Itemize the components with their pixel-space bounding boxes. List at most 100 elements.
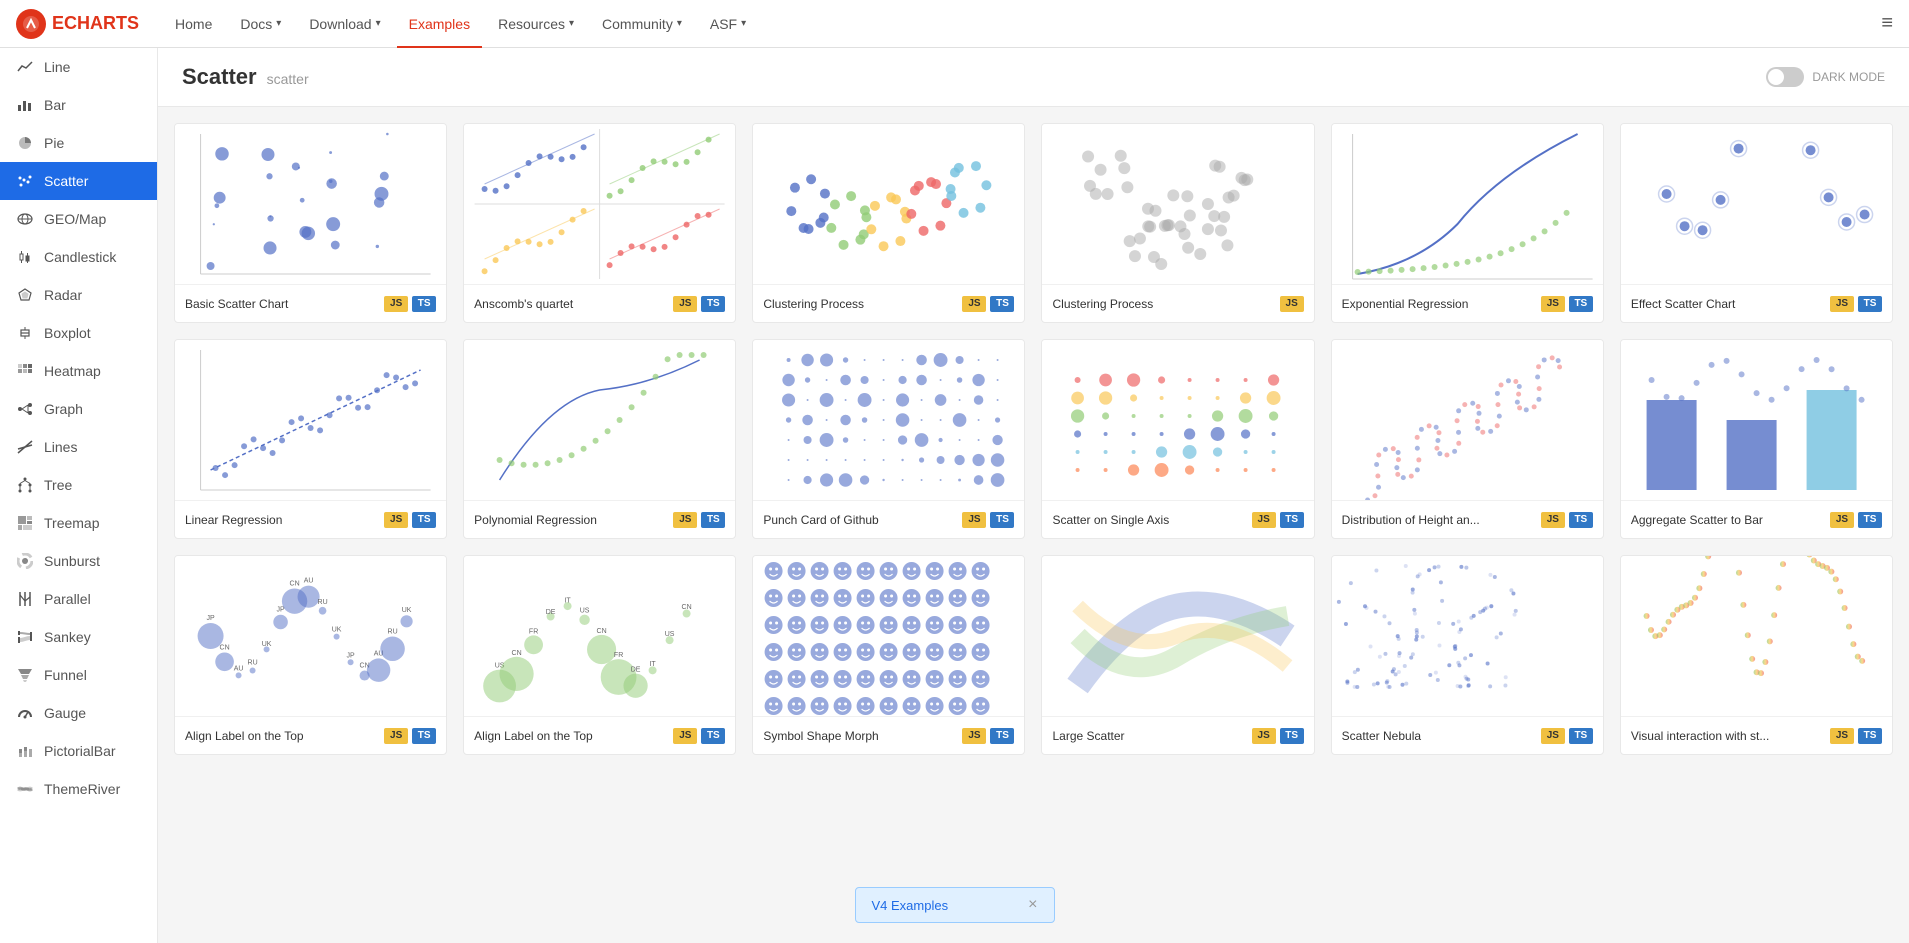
sidebar-item-treemap[interactable]: Treemap bbox=[0, 504, 157, 542]
chart-preview bbox=[464, 124, 735, 284]
sidebar-item-tree[interactable]: Tree bbox=[0, 466, 157, 504]
chevron-down-icon: ▾ bbox=[569, 18, 574, 29]
tree-icon bbox=[16, 476, 34, 494]
nav-community[interactable]: Community▾ bbox=[590, 0, 694, 48]
lines-icon bbox=[16, 438, 34, 456]
sidebar-item-candlestick[interactable]: Candlestick bbox=[0, 238, 157, 276]
chart-preview: US CN FR DE IT US CN FR DE IT bbox=[464, 556, 735, 716]
ts-badge: TS bbox=[990, 296, 1014, 312]
nav-home[interactable]: Home bbox=[163, 0, 224, 48]
sidebar-item-bar[interactable]: Bar bbox=[0, 86, 157, 124]
chart-name: Punch Card of Github bbox=[763, 513, 962, 527]
language-switch[interactable]: ≡ bbox=[1881, 12, 1893, 35]
chart-card[interactable]: Visual interaction with st...JSTS bbox=[1620, 555, 1893, 755]
sidebar-item-geommap[interactable]: GEO/Map bbox=[0, 200, 157, 238]
chart-card[interactable]: Polynomial RegressionJSTS bbox=[463, 339, 736, 539]
nav-examples[interactable]: Examples bbox=[397, 0, 482, 48]
ts-badge: TS bbox=[1858, 728, 1882, 744]
sidebar-item-parallel[interactable]: Parallel bbox=[0, 580, 157, 618]
chart-name: Scatter Nebula bbox=[1342, 729, 1541, 743]
logo-icon bbox=[16, 9, 46, 39]
dark-mode-toggle[interactable]: DARK MODE bbox=[1766, 67, 1885, 103]
radar-icon bbox=[16, 286, 34, 304]
sidebar-item-radar[interactable]: Radar bbox=[0, 276, 157, 314]
sidebar-item-graph[interactable]: Graph bbox=[0, 390, 157, 428]
chart-card[interactable]: Basic Scatter ChartJSTS bbox=[174, 123, 447, 323]
chart-card[interactable]: Anscomb's quartetJSTS bbox=[463, 123, 736, 323]
chart-card[interactable]: Punch Card of GithubJSTS bbox=[752, 339, 1025, 539]
logo[interactable]: ECHARTS bbox=[16, 9, 139, 39]
sidebar-item-themeriver[interactable]: ThemeRiver bbox=[0, 770, 157, 808]
dark-mode-label: DARK MODE bbox=[1812, 70, 1885, 84]
chart-card[interactable]: Distribution of Height an...JSTS bbox=[1331, 339, 1604, 539]
js-badge: JS bbox=[962, 512, 986, 528]
chart-card[interactable]: Scatter NebulaJSTS bbox=[1331, 555, 1604, 755]
chart-card[interactable]: US CN FR DE IT US CN FR DE IT bbox=[463, 555, 736, 755]
sidebar-item-line[interactable]: Line bbox=[0, 48, 157, 86]
js-badge: JS bbox=[1830, 728, 1854, 744]
sunburst-icon bbox=[16, 552, 34, 570]
nav-docs[interactable]: Docs▾ bbox=[228, 0, 293, 48]
chart-preview bbox=[175, 340, 446, 500]
svg-text:JP: JP bbox=[276, 607, 285, 614]
sidebar-item-gauge[interactable]: Gauge bbox=[0, 694, 157, 732]
sidebar-label: Candlestick bbox=[44, 249, 116, 265]
chart-badges: JSTS bbox=[673, 728, 725, 744]
svg-text:JP: JP bbox=[346, 653, 355, 660]
toggle-switch[interactable] bbox=[1766, 67, 1804, 87]
ts-badge: TS bbox=[1858, 512, 1882, 528]
sidebar-item-pie[interactable]: Pie bbox=[0, 124, 157, 162]
chart-badges: JSTS bbox=[384, 728, 436, 744]
js-badge: JS bbox=[1830, 296, 1854, 312]
nav-asf[interactable]: ASF▾ bbox=[698, 0, 758, 48]
ts-badge: TS bbox=[1280, 512, 1304, 528]
geommap-icon bbox=[16, 210, 34, 228]
nav-resources[interactable]: Resources▾ bbox=[486, 0, 586, 48]
js-badge: JS bbox=[1541, 728, 1565, 744]
v4-banner: V4 Examples × bbox=[855, 887, 1055, 923]
js-badge: JS bbox=[673, 512, 697, 528]
chart-preview bbox=[753, 124, 1024, 284]
chart-preview bbox=[1042, 556, 1313, 716]
chart-preview bbox=[753, 340, 1024, 500]
sidebar-item-scatter[interactable]: Scatter bbox=[0, 162, 157, 200]
chart-card[interactable]: Scatter on Single AxisJSTS bbox=[1041, 339, 1314, 539]
sidebar-item-boxplot[interactable]: Boxplot bbox=[0, 314, 157, 352]
chart-card[interactable]: Large ScatterJSTS bbox=[1041, 555, 1314, 755]
pie-icon bbox=[16, 134, 34, 152]
chart-card[interactable]: Effect Scatter ChartJSTS bbox=[1620, 123, 1893, 323]
chart-card[interactable]: Linear RegressionJSTS bbox=[174, 339, 447, 539]
sidebar-item-sankey[interactable]: Sankey bbox=[0, 618, 157, 656]
sidebar-label: PictorialBar bbox=[44, 743, 116, 759]
treemap-icon bbox=[16, 514, 34, 532]
sidebar-item-funnel[interactable]: Funnel bbox=[0, 656, 157, 694]
chart-card[interactable]: Exponential RegressionJSTS bbox=[1331, 123, 1604, 323]
chart-preview bbox=[1332, 556, 1603, 716]
sidebar-item-heatmap[interactable]: Heatmap bbox=[0, 352, 157, 390]
svg-text:CN: CN bbox=[290, 580, 300, 587]
chart-badges: JSTS bbox=[962, 728, 1014, 744]
chart-card[interactable]: Symbol Shape MorphJSTS bbox=[752, 555, 1025, 755]
js-badge: JS bbox=[1280, 296, 1304, 312]
svg-text:JP: JP bbox=[206, 615, 215, 622]
chart-name: Exponential Regression bbox=[1342, 297, 1541, 311]
sidebar-item-pictorialbar[interactable]: PictorialBar bbox=[0, 732, 157, 770]
chart-card[interactable]: Clustering ProcessJSTS bbox=[752, 123, 1025, 323]
main-layout: Line Bar Pie Scatter GEO/Map Candlestick… bbox=[0, 48, 1909, 943]
svg-text:UK: UK bbox=[402, 607, 412, 614]
v4-close-button[interactable]: × bbox=[1028, 896, 1037, 914]
svg-text:CN: CN bbox=[512, 650, 522, 657]
ts-badge: TS bbox=[1569, 728, 1593, 744]
candlestick-icon bbox=[16, 248, 34, 266]
chart-badges: JSTS bbox=[1541, 296, 1593, 312]
chart-card[interactable]: Aggregate Scatter to BarJSTS bbox=[1620, 339, 1893, 539]
sidebar-label: ThemeRiver bbox=[44, 781, 120, 797]
chart-card[interactable]: Clustering ProcessJS bbox=[1041, 123, 1314, 323]
sidebar-item-sunburst[interactable]: Sunburst bbox=[0, 542, 157, 580]
sidebar-label: Lines bbox=[44, 439, 77, 455]
sidebar-item-lines[interactable]: Lines bbox=[0, 428, 157, 466]
chart-card[interactable]: JP CN AU RU UK JP CN AU RU UK bbox=[174, 555, 447, 755]
ts-badge: TS bbox=[701, 728, 725, 744]
svg-text:US: US bbox=[580, 608, 590, 615]
nav-download[interactable]: Download▾ bbox=[297, 0, 392, 48]
